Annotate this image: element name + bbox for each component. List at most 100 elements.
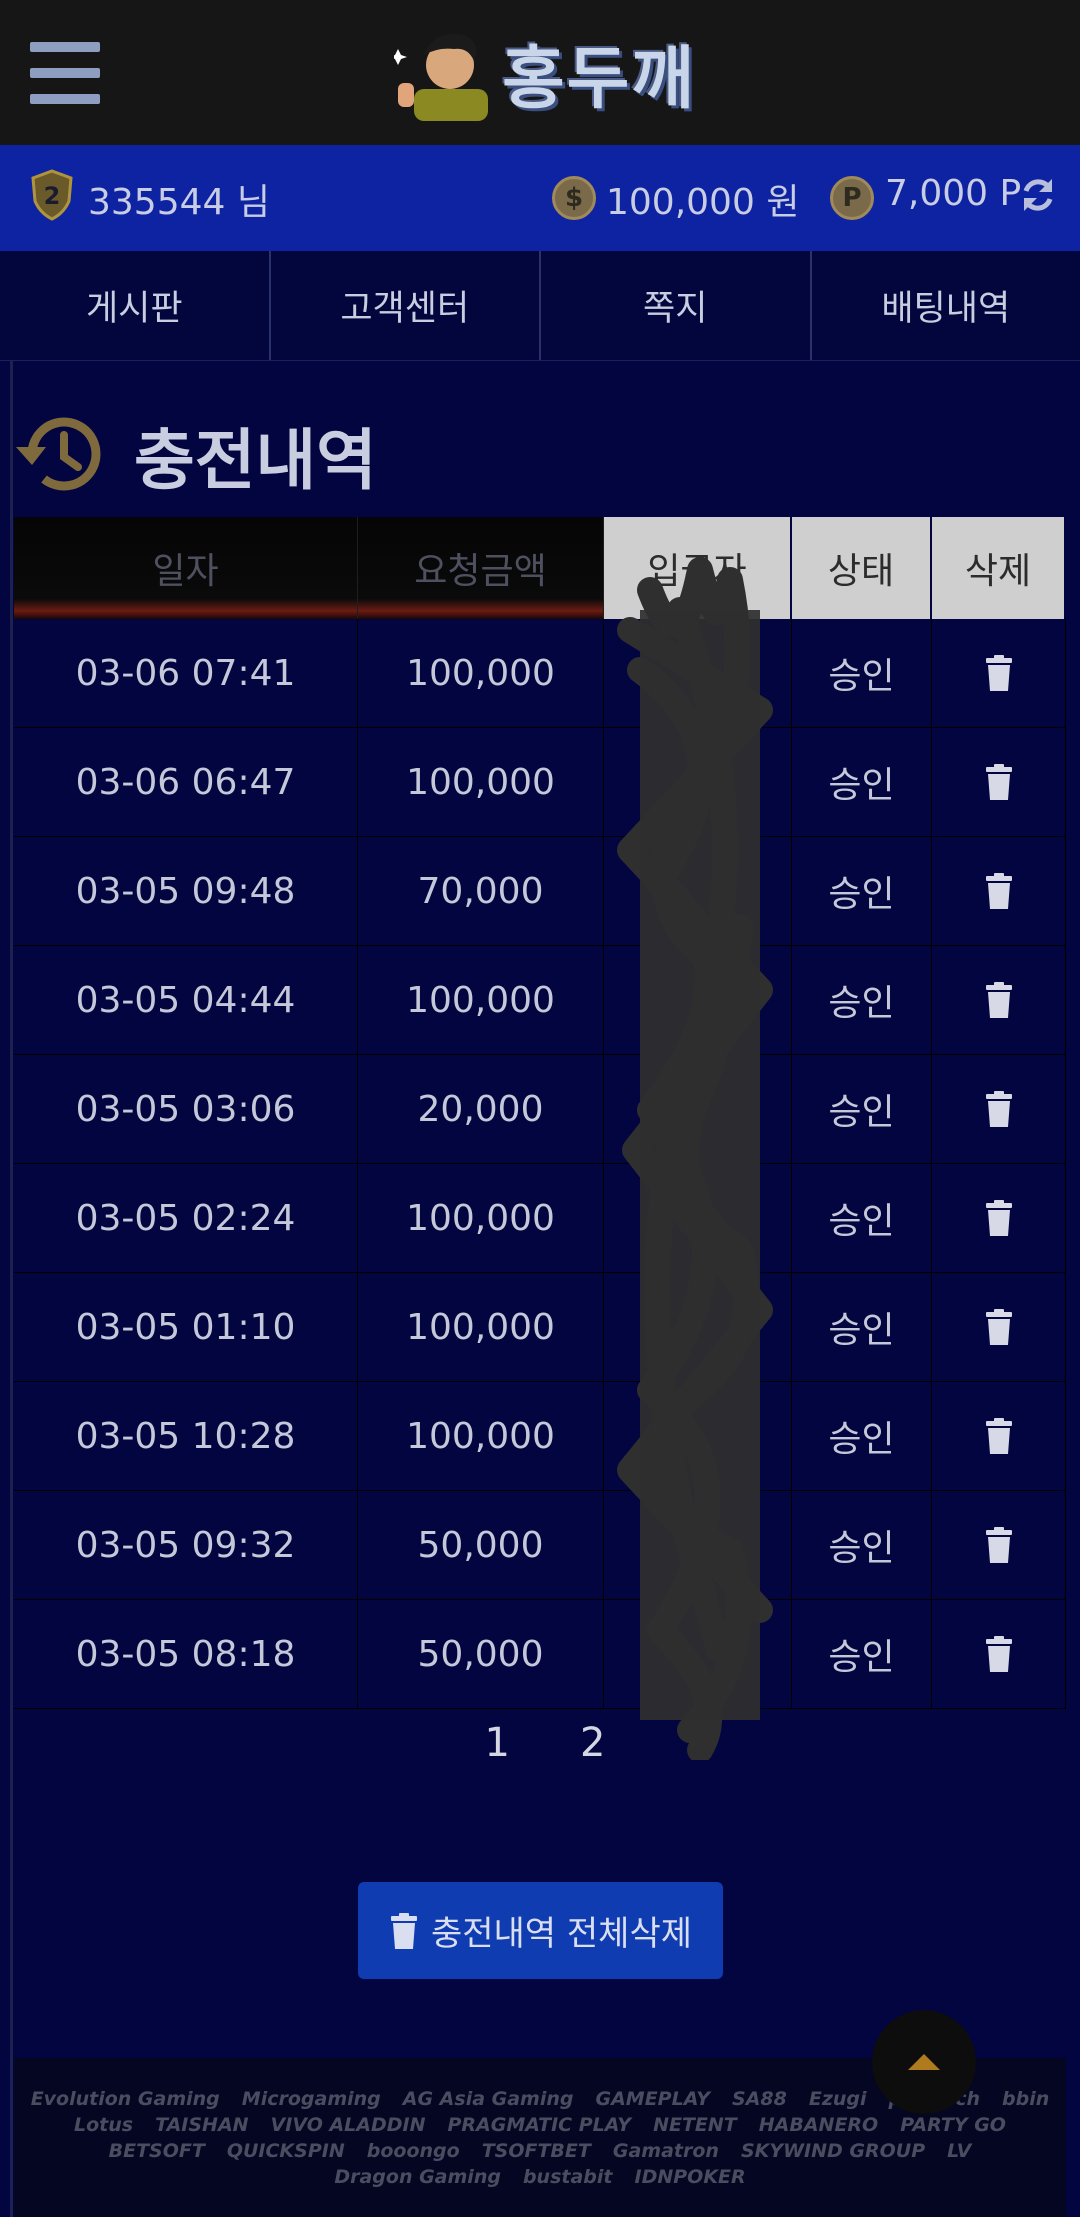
logo-text: 홍두깨: [502, 40, 696, 119]
cell-date: 03-05 01:10: [14, 1273, 358, 1381]
table-header: 일자 요청금액 입금자 상태 삭제: [14, 517, 1066, 619]
cell-status: 승인: [792, 1164, 932, 1272]
delete-row-button[interactable]: [932, 1273, 1066, 1381]
provider-logo: Ezugi: [808, 2087, 867, 2110]
page-2[interactable]: 2: [580, 1720, 605, 1766]
cell-date: 03-05 10:28: [14, 1382, 358, 1490]
money-balance: 100,000 원: [606, 182, 800, 223]
cell-status: 승인: [792, 1382, 932, 1490]
table-row: 03-05 10:28 100,000 승인: [14, 1382, 1066, 1491]
nav-betting-history[interactable]: 배팅내역: [812, 251, 1080, 360]
provider-logo: PARTY GO: [900, 2113, 1006, 2136]
trash-icon: [985, 1418, 1012, 1454]
table-body: 03-06 07:41 100,000 승인 03-06 06:47 100,000 승인…: [14, 619, 1066, 1709]
provider-logo: Gamatron: [612, 2139, 719, 2162]
refresh-icon[interactable]: [1018, 175, 1058, 215]
cell-amount: 100,000: [358, 1164, 604, 1272]
point-coin-icon: P: [830, 176, 874, 220]
provider-logo: Microgaming: [241, 2087, 381, 2110]
provider-logo: bbin: [1002, 2087, 1050, 2110]
provider-logo: Dragon Gaming: [334, 2165, 501, 2188]
scroll-top-button[interactable]: [872, 2010, 976, 2114]
cell-date: 03-05 09:32: [14, 1491, 358, 1599]
deposit-history-table: 일자 요청금액 입금자 상태 삭제 03-06 07:41 100,000 승인 03…: [14, 517, 1066, 1709]
nav-messages[interactable]: 쪽지: [541, 251, 812, 360]
provider-logo: LV: [947, 2139, 972, 2162]
table-row: 03-05 09:32 50,000 승인: [14, 1491, 1066, 1600]
provider-logo: bustabit: [522, 2165, 613, 2188]
cell-status: 승인: [792, 1273, 932, 1381]
delete-row-button[interactable]: [932, 1600, 1066, 1708]
delete-row-button[interactable]: [932, 728, 1066, 836]
main-nav: 게시판 고객센터 쪽지 배팅내역: [0, 251, 1080, 361]
provider-logo: TAISHAN: [155, 2113, 249, 2136]
cell-amount: 100,000: [358, 728, 604, 836]
header-amount: 요청금액: [358, 517, 604, 619]
cell-date: 03-05 02:24: [14, 1164, 358, 1272]
cell-amount: 50,000: [358, 1491, 604, 1599]
site-logo[interactable]: 홍두깨: [394, 23, 696, 122]
user-id: 335544 님: [88, 182, 270, 223]
cell-amount: 70,000: [358, 837, 604, 945]
provider-logo: SKYWIND GROUP: [740, 2139, 926, 2162]
cell-status: 승인: [792, 837, 932, 945]
delete-row-button[interactable]: [932, 1491, 1066, 1599]
trash-icon: [985, 1309, 1012, 1345]
table-row: 03-05 02:24 100,000 승인: [14, 1164, 1066, 1273]
cell-date: 03-05 03:06: [14, 1055, 358, 1163]
cell-amount: 100,000: [358, 619, 604, 727]
trash-icon: [985, 655, 1012, 691]
cell-date: 03-05 08:18: [14, 1600, 358, 1708]
pagination: 1 2: [0, 1720, 1080, 1766]
cell-status: 승인: [792, 1491, 932, 1599]
table-row: 03-05 01:10 100,000 승인: [14, 1273, 1066, 1382]
point-balance: 7,000 P: [885, 173, 1022, 214]
trash-icon: [985, 873, 1012, 909]
delete-row-button[interactable]: [932, 1382, 1066, 1490]
trash-icon: [390, 1912, 417, 1949]
provider-logo: SA88: [732, 2087, 787, 2110]
top-header: 홍두깨: [0, 0, 1080, 145]
provider-logo: Evolution Gaming: [30, 2087, 220, 2110]
user-info-bar: 2 335544 님 $ 100,000 원 P 7,000 P: [0, 145, 1080, 251]
table-row: 03-06 06:47 100,000 승인: [14, 728, 1066, 837]
page-1[interactable]: 1: [485, 1720, 510, 1766]
header-status: 상태: [792, 517, 932, 619]
nav-customer-center[interactable]: 고객센터: [271, 251, 541, 360]
cell-amount: 50,000: [358, 1600, 604, 1708]
svg-text:2: 2: [44, 182, 61, 210]
delete-all-label: 충전내역 전체삭제: [430, 1914, 693, 1954]
table-row: 03-05 08:18 50,000 승인: [14, 1600, 1066, 1709]
provider-logo: AG Asia Gaming: [402, 2087, 574, 2110]
trash-icon: [985, 1200, 1012, 1236]
provider-logo: NETENT: [653, 2113, 737, 2136]
menu-icon[interactable]: [30, 42, 100, 104]
cell-amount: 20,000: [358, 1055, 604, 1163]
trash-icon: [985, 1636, 1012, 1672]
table-row: 03-05 04:44 100,000 승인: [14, 946, 1066, 1055]
delete-row-button[interactable]: [932, 946, 1066, 1054]
page-heading: 충전내역: [14, 407, 377, 503]
trash-icon: [985, 1091, 1012, 1127]
cell-status: 승인: [792, 619, 932, 727]
trash-icon: [985, 1527, 1012, 1563]
nav-board[interactable]: 게시판: [0, 251, 271, 360]
history-icon: [16, 417, 101, 491]
delete-all-button[interactable]: 충전내역 전체삭제: [358, 1882, 723, 1979]
delete-row-button[interactable]: [932, 619, 1066, 727]
provider-logo: IDNPOKER: [634, 2165, 746, 2188]
level-badge-icon: 2: [31, 169, 73, 221]
delete-row-button[interactable]: [932, 837, 1066, 945]
trash-icon: [985, 764, 1012, 800]
cell-status: 승인: [792, 946, 932, 1054]
page-title: 충전내역: [134, 422, 377, 499]
cell-amount: 100,000: [358, 946, 604, 1054]
table-row: 03-05 09:48 70,000 승인: [14, 837, 1066, 946]
delete-row-button[interactable]: [932, 1055, 1066, 1163]
cell-status: 승인: [792, 1055, 932, 1163]
delete-row-button[interactable]: [932, 1164, 1066, 1272]
provider-logo: HABANERO: [758, 2113, 879, 2136]
cell-date: 03-06 07:41: [14, 619, 358, 727]
cell-status: 승인: [792, 728, 932, 836]
provider-logo: QUICKSPIN: [226, 2139, 345, 2162]
